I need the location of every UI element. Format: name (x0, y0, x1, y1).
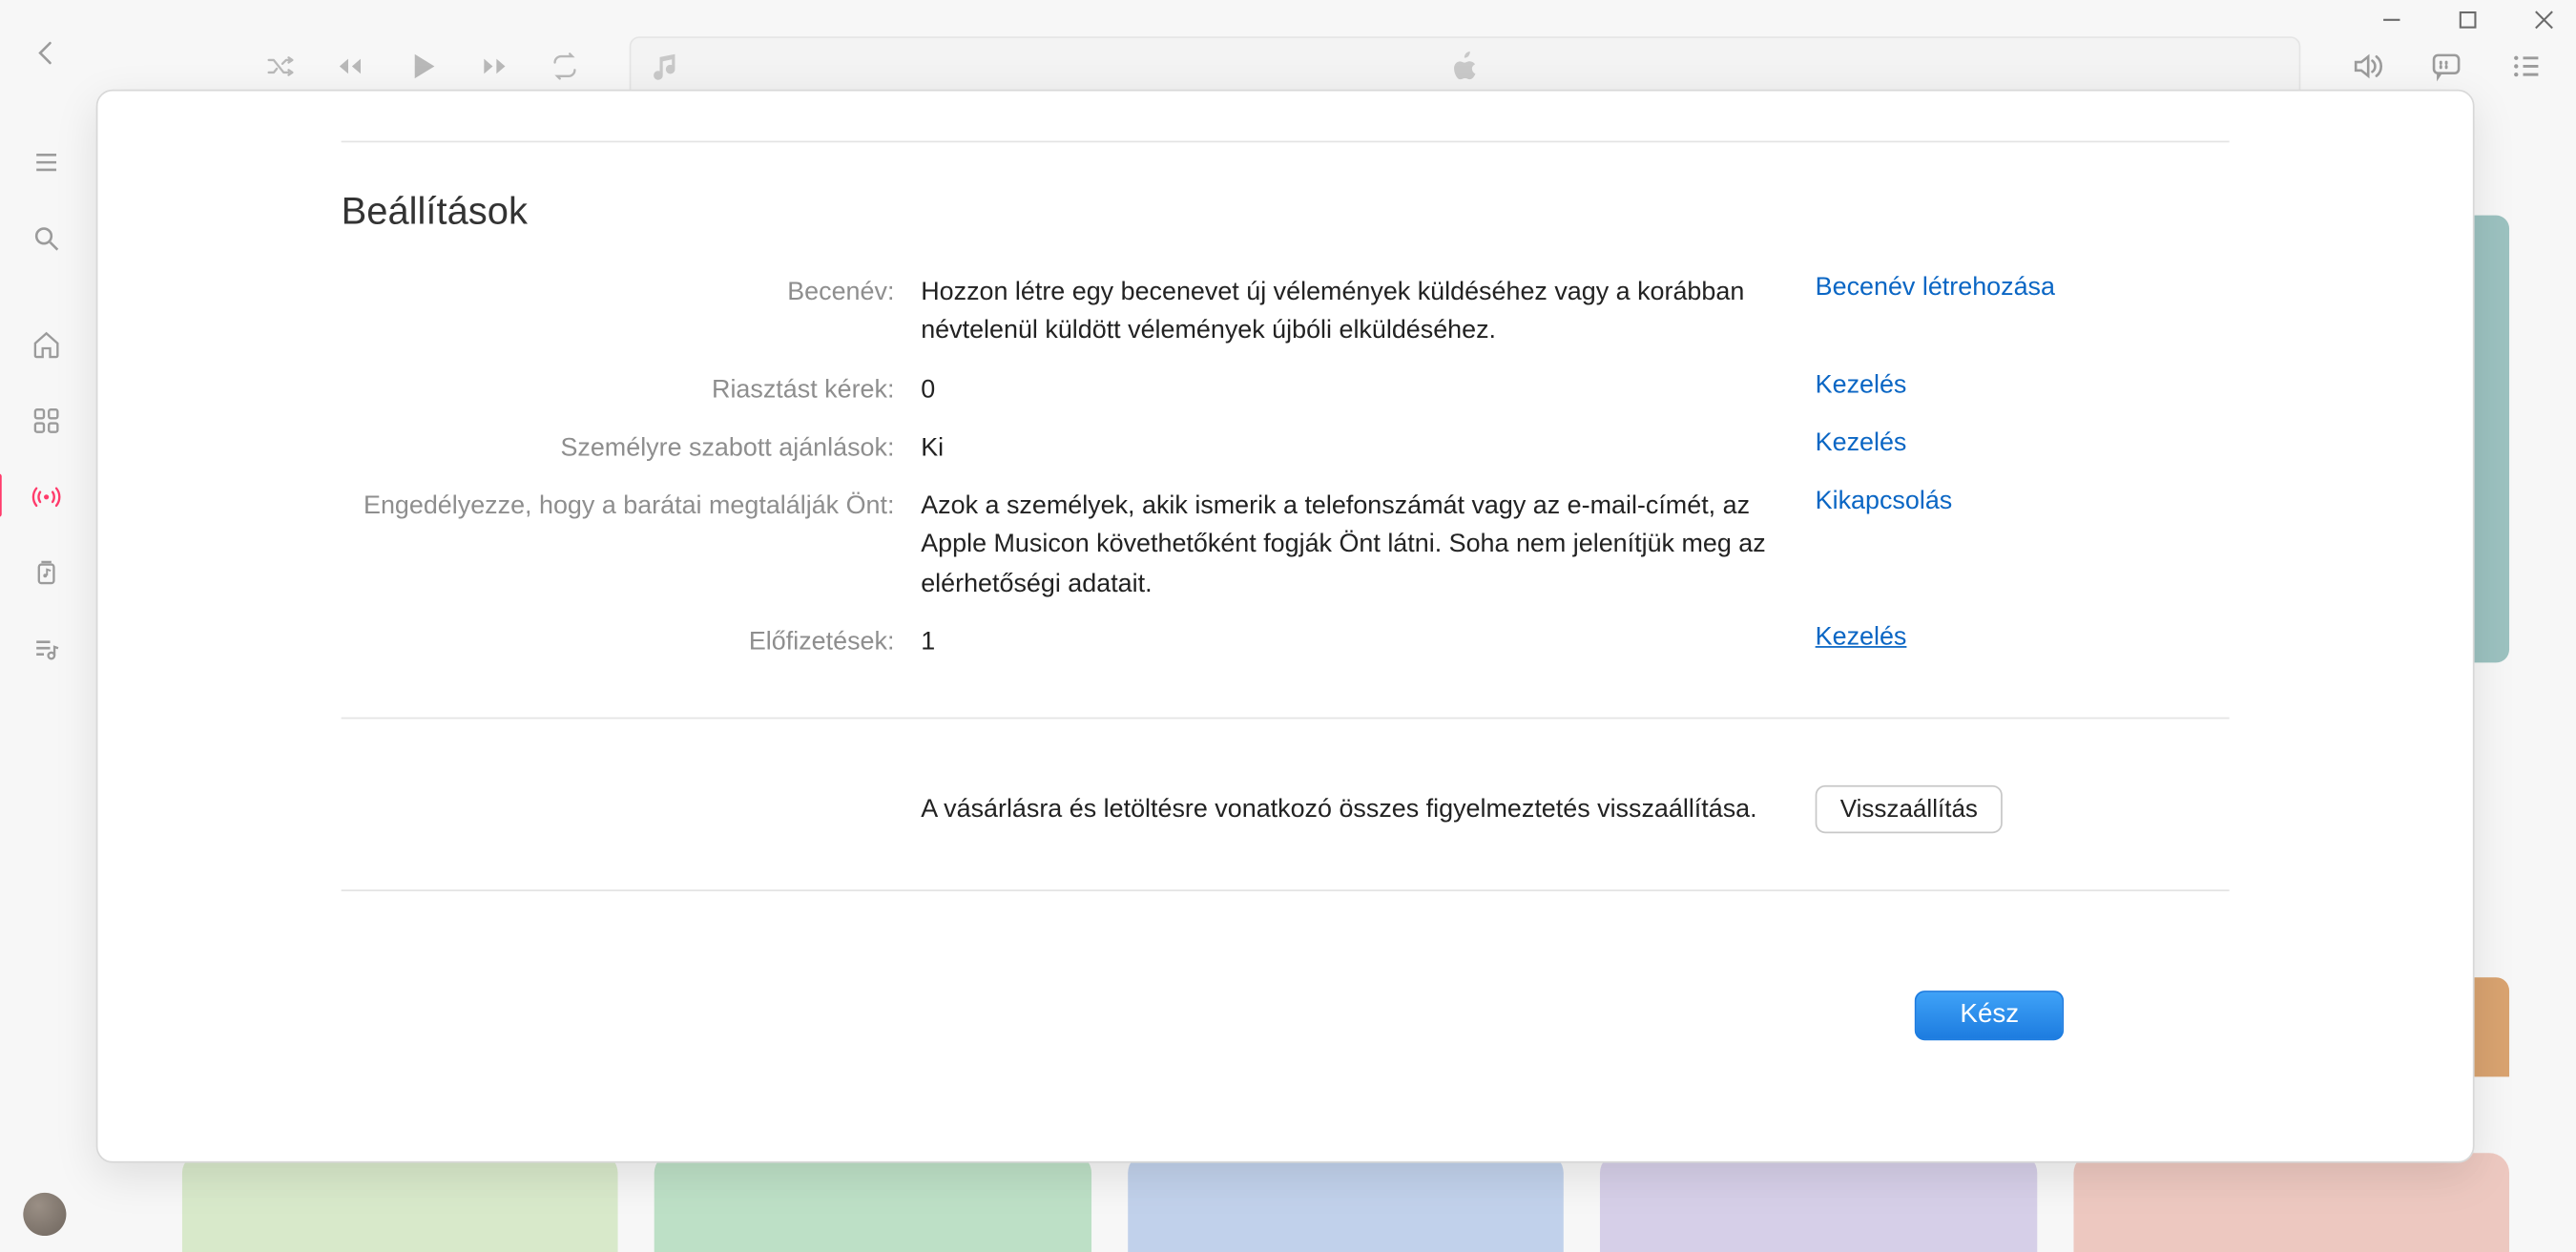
disable-friends-link[interactable]: Kikapcsolás (1816, 487, 2246, 602)
queue-icon[interactable] (2509, 49, 2543, 90)
menu-icon[interactable] (29, 146, 62, 179)
alerts-value: 0 (921, 370, 1798, 408)
window-close-button[interactable] (2529, 5, 2559, 34)
friends-value: Azok a személyek, akik ismerik a telefon… (921, 487, 1798, 602)
subscriptions-value: 1 (921, 622, 1798, 660)
manage-subscriptions-link[interactable]: Kezelés (1816, 622, 2246, 660)
background-tiles (182, 1153, 2509, 1252)
left-sidebar (0, 30, 91, 1252)
create-nickname-link[interactable]: Becenév létrehozása (1816, 273, 2246, 350)
shuffle-icon[interactable] (265, 51, 295, 89)
library-icon[interactable] (29, 556, 62, 590)
window-minimize-button[interactable] (2377, 5, 2406, 34)
search-icon[interactable] (29, 222, 62, 256)
radio-icon[interactable] (29, 480, 62, 513)
apple-logo-icon (1448, 49, 1482, 90)
user-avatar[interactable] (23, 1193, 66, 1236)
friends-label: Engedélyezze, hogy a barátai megtalálják… (342, 487, 904, 602)
play-icon[interactable] (405, 47, 441, 92)
grid-icon[interactable] (29, 405, 62, 438)
window-maximize-button[interactable] (2453, 5, 2483, 34)
lyrics-icon[interactable] (2430, 49, 2463, 90)
nickname-label: Becenév: (342, 273, 904, 350)
next-icon[interactable] (480, 51, 509, 89)
home-icon[interactable] (29, 328, 62, 362)
playlist-icon[interactable] (29, 633, 62, 666)
manage-alerts-link[interactable]: Kezelés (1816, 370, 2246, 408)
previous-icon[interactable] (335, 51, 364, 89)
settings-modal: Beállítások Becenév: Hozzon létre egy be… (96, 90, 2475, 1163)
back-icon[interactable] (29, 36, 62, 70)
reset-button[interactable]: Visszaállítás (1816, 785, 2003, 833)
done-button[interactable]: Kész (1916, 991, 2065, 1040)
alerts-label: Riasztást kérek: (342, 370, 904, 408)
music-note-icon (648, 47, 684, 92)
repeat-icon[interactable] (550, 51, 579, 89)
reset-warnings-text: A vásárlásra és letöltésre vonatkozó öss… (921, 794, 1798, 824)
volume-icon[interactable] (2350, 49, 2383, 90)
manage-personalized-link[interactable]: Kezelés (1816, 428, 2246, 467)
personalized-label: Személyre szabott ajánlások: (342, 428, 904, 467)
window-titlebar (0, 0, 2575, 27)
subscriptions-label: Előfizetések: (342, 622, 904, 660)
settings-heading: Beállítások (342, 189, 2230, 234)
personalized-value: Ki (921, 428, 1798, 467)
nickname-value: Hozzon létre egy becenevet új vélemények… (921, 273, 1798, 350)
